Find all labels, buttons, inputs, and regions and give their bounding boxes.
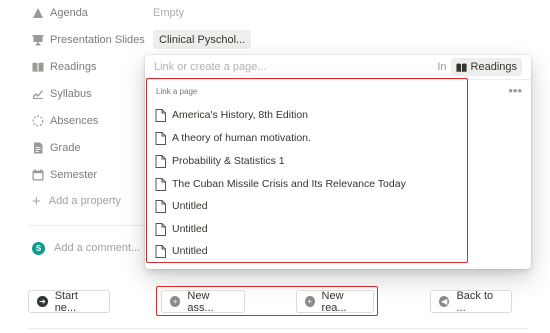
page-title: The Cuban Missile Crisis and Its Relevan… (172, 178, 406, 190)
property-label: Absences (50, 115, 99, 127)
agenda-value[interactable]: Empty (153, 2, 184, 24)
back-to-button[interactable]: ◀ Back to ... (430, 289, 512, 314)
database-chip[interactable]: Readings (450, 58, 522, 76)
triangle-icon (32, 7, 44, 19)
button-label: New rea... (321, 289, 347, 314)
link-page-search-input[interactable] (154, 61, 438, 73)
arrow-left-icon: ◀ (439, 296, 450, 307)
page-option[interactable]: America's History, 8th Edition (155, 105, 308, 125)
page-title: A theory of human motivation. (172, 132, 311, 144)
add-property-button[interactable]: + Add a property (32, 190, 121, 212)
page-icon (155, 108, 166, 122)
page-icon (155, 154, 166, 168)
document-icon (32, 142, 44, 154)
section-title: Link a page (156, 87, 198, 96)
page-icon (155, 222, 166, 236)
page-option[interactable]: Untitled (155, 219, 208, 239)
page-title: Untitled (172, 245, 208, 257)
more-options-icon[interactable]: ••• (508, 83, 522, 98)
property-label: Presentation Slides (50, 34, 145, 46)
page-option[interactable]: A theory of human motivation. (155, 128, 311, 148)
new-reading-button[interactable]: + New rea... (296, 289, 374, 314)
property-agenda[interactable]: Agenda (32, 2, 88, 24)
page-title: Untitled (172, 223, 208, 235)
link-page-list: Link a page America's History, 8th Editi… (146, 78, 468, 263)
database-name: Readings (470, 61, 517, 73)
page-title: Probability & Statistics 1 (172, 155, 285, 167)
page-icon (155, 199, 166, 213)
property-readings[interactable]: Readings (32, 56, 96, 78)
property-absences[interactable]: Absences (32, 110, 98, 132)
page-icon (155, 131, 166, 145)
page-option[interactable]: Probability & Statistics 1 (155, 151, 285, 171)
graph-icon (32, 88, 44, 100)
property-syllabus[interactable]: Syllabus (32, 83, 92, 105)
page-title: America's History, 8th Edition (172, 109, 309, 121)
presentation-slides-value[interactable]: Clinical Pyschol... (153, 30, 252, 49)
property-grade[interactable]: Grade (32, 137, 81, 159)
avatar: S (32, 241, 45, 255)
button-label: Start ne... (54, 289, 78, 314)
new-assignment-button[interactable]: + New ass... (161, 289, 245, 314)
page-icon (155, 244, 166, 258)
in-label: In (437, 61, 447, 73)
page-option[interactable]: Untitled (155, 241, 208, 261)
book-icon (455, 63, 467, 72)
page-option[interactable]: Untitled (155, 196, 208, 216)
button-label: New ass... (187, 289, 214, 314)
presentation-icon (32, 34, 44, 46)
property-label: Grade (50, 142, 81, 154)
popup-search: In Readings (149, 57, 527, 77)
page-title: Untitled (172, 200, 208, 212)
plus-circle-icon: + (170, 296, 181, 307)
add-property-label: Add a property (48, 195, 121, 207)
calendar-icon (32, 169, 44, 181)
property-presentation-slides[interactable]: Presentation Slides (32, 29, 145, 51)
plus-circle-icon: + (305, 296, 315, 307)
property-label: Semester (50, 169, 98, 181)
comment-input[interactable]: S Add a comment... (32, 238, 140, 258)
property-label: Readings (50, 61, 97, 73)
divider (28, 328, 528, 329)
dashed-circle-icon (32, 115, 44, 127)
property-semester[interactable]: Semester (32, 164, 97, 186)
comment-placeholder: Add a comment... (54, 242, 141, 254)
page-icon (155, 177, 166, 191)
start-new-button[interactable]: ➜ Start ne... (28, 289, 110, 314)
property-label: Agenda (50, 7, 88, 19)
button-label: Back to ... (456, 289, 494, 314)
property-label: Syllabus (50, 88, 92, 100)
arrow-right-icon: ➜ (37, 296, 48, 307)
page-option[interactable]: The Cuban Missile Crisis and Its Relevan… (155, 174, 406, 194)
plus-icon: + (32, 192, 41, 210)
book-icon (32, 61, 44, 73)
